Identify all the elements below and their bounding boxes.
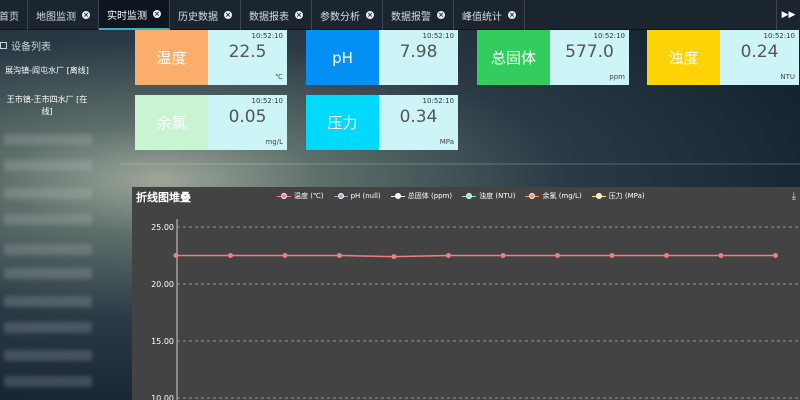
close-tab-icon[interactable]: × xyxy=(82,11,90,19)
blurred-device-item[interactable] xyxy=(4,160,92,171)
sidebar: 设备列表 展沟镇-阎屯水厂 [离线] 王市镇-王市四水厂 [在线] xyxy=(0,30,118,400)
data-point[interactable] xyxy=(173,253,179,258)
blurred-device-item[interactable] xyxy=(4,214,92,225)
metric-value: 0.24 xyxy=(740,42,779,62)
y-tick-label: 25.00 xyxy=(151,223,174,232)
tab-bar: 首页 地图监测 × 实时监测 × 历史数据 × 数据报表 × 参数分析 × 数据报警 × 峰值统计 × xyxy=(0,0,800,30)
sidebar-title-label: 设备列表 xyxy=(11,41,51,53)
device-item[interactable]: 展沟镇-阎屯水厂 [离线] xyxy=(4,65,90,77)
tab-label: 数据报警 xyxy=(391,11,431,23)
data-point[interactable] xyxy=(609,253,615,258)
metric-name: 压力 xyxy=(306,95,379,150)
list-icon xyxy=(0,41,7,49)
metric-name: pH xyxy=(306,30,379,85)
tab-7[interactable]: 峰值统计 × xyxy=(454,0,525,30)
blurred-device-item[interactable] xyxy=(4,322,92,333)
blurred-device-item[interactable] xyxy=(4,296,92,307)
close-tab-icon[interactable]: × xyxy=(153,10,161,18)
y-tick-label: 10.00 xyxy=(151,394,174,400)
double-chevron-right-icon: ▶▶ xyxy=(781,10,796,20)
tab-0[interactable]: 首页 xyxy=(0,0,28,30)
data-point[interactable] xyxy=(718,253,724,258)
metric-name: 总固体 xyxy=(477,30,550,85)
metric-card: 浊度 10:52:10 0.24 NTU xyxy=(647,30,799,85)
metric-unit: ℃ xyxy=(275,73,283,81)
data-point[interactable] xyxy=(773,253,778,258)
tab-label: 历史数据 xyxy=(178,11,218,23)
metric-timestamp: 10:52:10 xyxy=(251,97,283,105)
tab-3[interactable]: 历史数据 × xyxy=(170,0,241,30)
metric-card: 压力 10:52:10 0.34 MPa xyxy=(306,95,458,150)
metric-value: 0.34 xyxy=(399,107,438,127)
blurred-device-item[interactable] xyxy=(4,376,92,387)
tab-label: 峰值统计 xyxy=(462,11,502,23)
y-tick-label: 15.00 xyxy=(151,337,174,346)
blurred-device-item[interactable] xyxy=(4,350,92,361)
metric-name: 浊度 xyxy=(647,30,720,85)
metric-unit: ppm xyxy=(609,73,625,81)
metric-card: 温度 10:52:10 22.5 ℃ xyxy=(135,30,287,85)
close-tab-icon[interactable]: × xyxy=(224,11,232,19)
tab-label: 参数分析 xyxy=(320,11,360,23)
tab-label: 地图监测 xyxy=(36,11,76,23)
data-point[interactable] xyxy=(228,253,233,258)
close-tab-icon[interactable]: × xyxy=(508,11,516,19)
metric-timestamp: 10:52:10 xyxy=(422,32,454,40)
tab-label: 数据报表 xyxy=(249,11,289,23)
device-item[interactable]: 王市镇-王市四水厂 [在线] xyxy=(4,94,90,118)
metric-card: pH 10:52:10 7.98 xyxy=(306,30,458,85)
metric-name: 温度 xyxy=(135,30,208,85)
data-point[interactable] xyxy=(500,253,506,258)
data-point[interactable] xyxy=(664,253,669,258)
metric-unit: NTU xyxy=(780,73,795,81)
metric-name: 余氯 xyxy=(135,95,208,150)
metric-card: 余氯 10:52:10 0.05 mg/L xyxy=(135,95,287,150)
tab-1[interactable]: 地图监测 × xyxy=(28,0,99,30)
chart-plot-area: 25.00 20.00 15.00 10.00 xyxy=(151,219,800,400)
blurred-device-item[interactable] xyxy=(4,268,92,279)
metric-timestamp: 10:52:10 xyxy=(422,97,454,105)
close-tab-icon[interactable]: × xyxy=(295,11,303,19)
tab-5[interactable]: 参数分析 × xyxy=(312,0,383,30)
metric-card: 总固体 10:52:10 577.0 ppm xyxy=(477,30,629,85)
close-tab-icon[interactable]: × xyxy=(437,11,445,19)
tab-6[interactable]: 数据报警 × xyxy=(383,0,454,30)
data-point[interactable] xyxy=(391,254,397,260)
metric-value: 22.5 xyxy=(228,42,267,62)
metric-value: 577.0 xyxy=(565,42,614,62)
metric-unit: mg/L xyxy=(265,138,283,146)
data-point[interactable] xyxy=(337,253,342,258)
data-point[interactable] xyxy=(446,253,451,258)
blurred-device-item[interactable] xyxy=(4,188,92,199)
section-divider xyxy=(120,163,800,165)
metric-unit: MPa xyxy=(439,138,454,146)
blurred-device-item[interactable] xyxy=(4,134,92,145)
tab-label: 首页 xyxy=(0,11,19,23)
y-tick-label: 20.00 xyxy=(151,280,174,289)
tab-2[interactable]: 实时监测 × xyxy=(99,0,170,30)
data-point[interactable] xyxy=(555,253,560,258)
tab-scroll-right-button[interactable]: ▶▶ xyxy=(776,0,800,30)
metric-value: 0.05 xyxy=(228,107,267,127)
tab-4[interactable]: 数据报表 × xyxy=(241,0,312,30)
tab-label: 实时监测 xyxy=(107,10,147,22)
close-tab-icon[interactable]: × xyxy=(366,11,374,19)
sidebar-title: 设备列表 xyxy=(0,38,51,53)
series-line xyxy=(176,254,776,258)
line-chart-panel: 折线图堆叠 温度 (℃) pH (null) 总固体 (ppm) 浊度 (NTU) 余氯… xyxy=(132,187,800,400)
metric-value: 7.98 xyxy=(399,42,438,62)
data-point[interactable] xyxy=(282,253,288,258)
metric-timestamp: 10:52:10 xyxy=(763,32,795,40)
metric-timestamp: 10:52:10 xyxy=(593,32,625,40)
metric-timestamp: 10:52:10 xyxy=(251,32,283,40)
blurred-device-item[interactable] xyxy=(4,244,92,255)
